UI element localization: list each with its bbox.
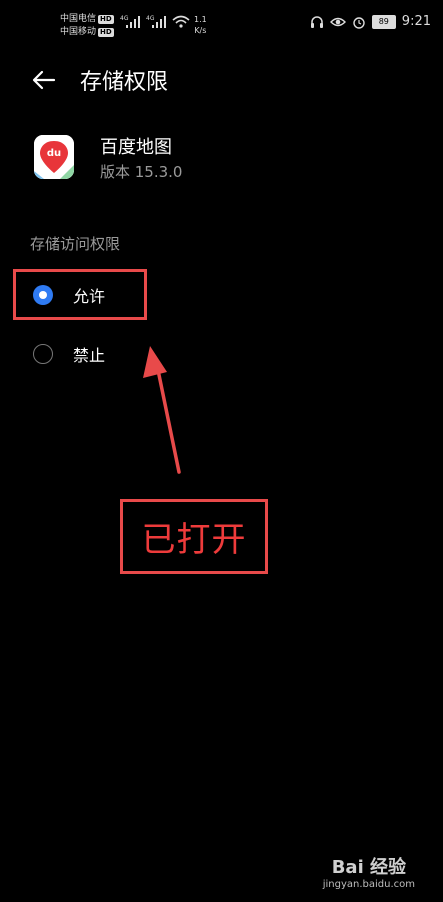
network-speed: 1.1 K/s [194, 15, 207, 35]
hd-badge: HD [98, 28, 114, 37]
section-label: 存储访问权限 [30, 235, 121, 253]
watermark-url: jingyan.baidu.com [322, 879, 415, 890]
carrier-info: 中国电信 HD 中国移动 HD [60, 13, 114, 39]
signal-icon: 4G [120, 15, 140, 28]
watermark-logo: Bai 经验 [331, 857, 407, 878]
radio-unselected-icon[interactable] [33, 344, 53, 364]
app-bar: 存储权限 [0, 56, 443, 104]
highlight-box [13, 269, 147, 320]
app-info: du 百度地图 版本 15.3.0 [34, 133, 434, 183]
annotation-text: 已打开 [141, 520, 247, 560]
svg-text:du: du [47, 148, 61, 159]
svg-text:4G: 4G [120, 15, 129, 22]
status-bar: 中国电信 HD 中国移动 HD 4G 4G 1.1 K/s 89 9:21 [0, 0, 443, 44]
svg-text:4G: 4G [146, 15, 155, 22]
app-name: 百度地图 [100, 137, 172, 158]
app-version: 版本 15.3.0 [100, 163, 183, 181]
headphones-icon [310, 15, 323, 28]
battery-indicator: 89 [371, 14, 396, 29]
status-time: 9:21 [401, 14, 431, 29]
status-icons: 89 9:21 [310, 14, 431, 29]
eye-icon [329, 17, 346, 26]
carrier-1: 中国电信 [60, 14, 97, 24]
signal-icon: 4G [146, 15, 166, 28]
back-arrow-icon[interactable] [30, 66, 58, 94]
option-label: 禁止 [73, 346, 106, 365]
carrier-2: 中国移动 [60, 27, 97, 37]
wifi-icon [172, 15, 190, 28]
baidu-jingyan-watermark: Bai 经验 jingyan.baidu.com [323, 853, 415, 890]
page-title: 存储权限 [80, 70, 169, 95]
annotation-arrow-icon [143, 346, 181, 474]
alarm-icon [353, 16, 365, 29]
annotation-box: 已打开 [120, 499, 268, 574]
hd-badge: HD [98, 15, 114, 24]
baidu-maps-app-icon: du [34, 135, 74, 179]
